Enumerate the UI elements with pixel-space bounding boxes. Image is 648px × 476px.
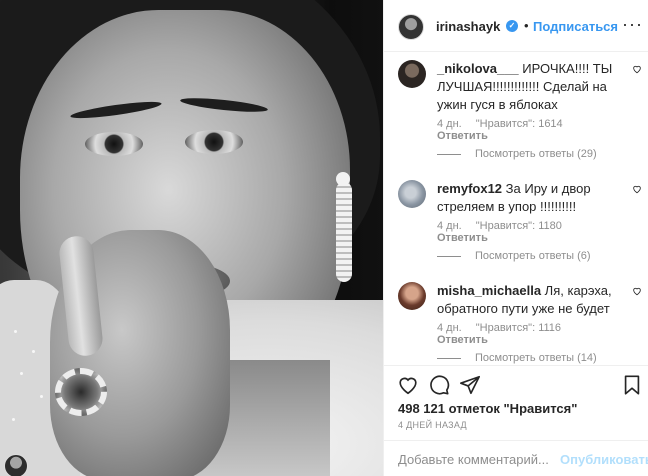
comment-like-icon[interactable] xyxy=(632,184,642,194)
publish-button[interactable]: Опубликовать xyxy=(560,452,648,467)
reply-button[interactable]: Ответить xyxy=(437,232,488,244)
comment-age: 4 дн. xyxy=(437,220,462,232)
reply-button[interactable]: Ответить xyxy=(437,130,488,142)
sweater-sparkle xyxy=(20,372,23,375)
bookmark-icon[interactable] xyxy=(621,374,643,396)
comment-body: _nikolova___ ИРОЧКА!!!! ТЫ ЛУЧШАЯ!!!!!!!… xyxy=(437,60,622,114)
post-photo[interactable] xyxy=(0,0,383,476)
photo-eye-left xyxy=(85,132,143,156)
heart-outline-icon[interactable] xyxy=(397,374,419,396)
comment-username[interactable]: remyfox12 xyxy=(437,181,502,196)
post-date[interactable]: 4 ДНЕЙ НАЗАД xyxy=(398,420,467,430)
sweater-sparkle xyxy=(32,350,35,353)
verified-badge-icon: ✓ xyxy=(506,20,518,32)
add-comment-bar: Опубликовать xyxy=(384,440,648,476)
sweater-sparkle xyxy=(12,418,15,421)
post-header: irinashayk ✓ • Подписаться ··· xyxy=(384,0,648,52)
view-replies-label: Посмотреть ответы (6) xyxy=(475,250,591,262)
more-options-icon[interactable]: ··· xyxy=(622,14,643,35)
comment-username[interactable]: misha_michaella xyxy=(437,283,541,298)
author-avatar[interactable] xyxy=(398,14,424,40)
photo-eye-right xyxy=(185,130,243,154)
comment-item: remyfox12 За Иру и двор стреляем в упор … xyxy=(384,174,648,270)
reply-button[interactable]: Ответить xyxy=(437,334,488,346)
view-replies-label: Посмотреть ответы (14) xyxy=(475,352,597,364)
comment-body: misha_michaella Ля, карэха, обратного пу… xyxy=(437,282,622,318)
comment-avatar[interactable] xyxy=(398,282,426,310)
current-user-avatar[interactable] xyxy=(4,454,28,476)
likes-count[interactable]: 498 121 отметок "Нравится" xyxy=(398,401,577,416)
comment-like-icon[interactable] xyxy=(632,64,642,74)
sweater-sparkle xyxy=(40,395,43,398)
comment-age: 4 дн. xyxy=(437,118,462,130)
author-username[interactable]: irinashayk xyxy=(436,19,500,34)
comments-list[interactable]: _nikolova___ ИРОЧКА!!!! ТЫ ЛУЧШАЯ!!!!!!!… xyxy=(384,52,648,365)
view-replies-label: Посмотреть ответы (29) xyxy=(475,148,597,160)
photo-earring xyxy=(336,182,352,282)
comment-like-icon[interactable] xyxy=(632,286,642,296)
photo-ring xyxy=(55,368,107,416)
comment-item: misha_michaella Ля, карэха, обратного пу… xyxy=(384,276,648,365)
comment-avatar[interactable] xyxy=(398,180,426,208)
comment-likes[interactable]: "Нравится": 1116 xyxy=(476,322,561,334)
instagram-post: irinashayk ✓ • Подписаться ··· _nikolova… xyxy=(0,0,648,476)
comment-bubble-icon[interactable] xyxy=(428,374,450,396)
comment-likes[interactable]: "Нравится": 1180 xyxy=(476,220,562,232)
view-replies-button[interactable]: Посмотреть ответы (29) xyxy=(437,148,597,160)
comment-age: 4 дн. xyxy=(437,322,462,334)
post-actions-bar xyxy=(384,365,648,405)
post-side-panel: irinashayk ✓ • Подписаться ··· _nikolova… xyxy=(383,0,648,476)
sweater-sparkle xyxy=(14,330,17,333)
header-separator: • xyxy=(524,18,529,33)
follow-button[interactable]: Подписаться xyxy=(533,19,618,34)
view-replies-button[interactable]: Посмотреть ответы (6) xyxy=(437,250,591,262)
comment-avatar[interactable] xyxy=(398,60,426,88)
comment-username[interactable]: _nikolova___ xyxy=(437,61,519,76)
view-replies-button[interactable]: Посмотреть ответы (14) xyxy=(437,352,597,364)
comment-input[interactable] xyxy=(398,449,558,469)
comment-item: _nikolova___ ИРОЧКА!!!! ТЫ ЛУЧШАЯ!!!!!!!… xyxy=(384,54,648,162)
comment-likes[interactable]: "Нравится": 1614 xyxy=(476,118,563,130)
comment-body: remyfox12 За Иру и двор стреляем в упор … xyxy=(437,180,622,216)
paper-plane-icon[interactable] xyxy=(459,374,481,396)
